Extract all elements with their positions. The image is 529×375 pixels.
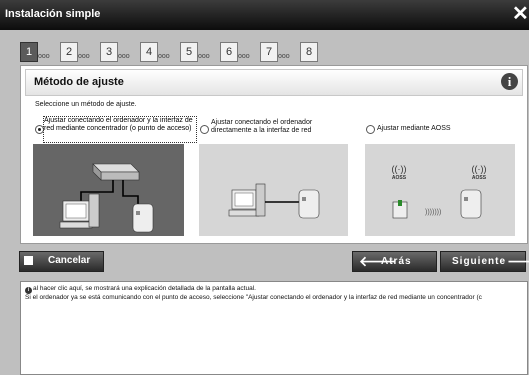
radio-aoss[interactable] (366, 125, 375, 134)
step-number: 2 (60, 42, 78, 62)
svg-text:((·)): ((·)) (392, 164, 407, 174)
help-box: i al hacer clic aquí, se mostrará una exp… (20, 281, 528, 375)
instruction-text: Seleccione un método de ajuste. (35, 101, 137, 108)
step-number: 8 (300, 42, 318, 62)
step-3: 3 ooo (100, 42, 135, 64)
window-title: Instalación simple (5, 8, 101, 20)
cancel-button[interactable]: Cancelar (19, 251, 104, 272)
step-1: 1 ooo (20, 42, 55, 64)
step-6: 6 ooo (220, 42, 255, 64)
next-label: Siguiente (452, 256, 507, 267)
step-number: 4 (140, 42, 158, 62)
step-dots: ooo (158, 53, 170, 60)
cancel-checkbox-icon (24, 256, 33, 265)
settings-panel: Método de ajuste i Seleccione un método … (20, 65, 528, 244)
help-line-2: Si el ordenador ya se está comunicando c… (25, 294, 482, 301)
help-line-1: i al hacer clic aquí, se mostrará una exp… (25, 285, 256, 294)
step-5: 5 ooo (180, 42, 215, 64)
aoss-illustration[interactable]: ((·)) AOSS ((·)) AOSS ))))))) (365, 144, 515, 236)
cancel-label: Cancelar (48, 255, 91, 266)
hub-connection-illustration[interactable] (33, 144, 184, 236)
step-8: 8 (300, 42, 335, 64)
aoss-badge-right: AOSS (472, 175, 487, 181)
step-dots: ooo (238, 53, 250, 60)
aoss-badge-left: AOSS (392, 175, 407, 181)
direct-connection-illustration[interactable] (199, 144, 348, 236)
step-number: 6 (220, 42, 238, 62)
step-dots: ooo (278, 53, 290, 60)
option-direct-label[interactable]: Ajustar conectando el ordenador directam… (211, 119, 341, 135)
step-dots: ooo (78, 53, 90, 60)
step-dots: ooo (38, 53, 50, 60)
svg-text:((·)): ((·)) (472, 164, 487, 174)
back-button[interactable]: 🡐 Atrás (352, 251, 437, 272)
arrow-right-icon: 🡒 (507, 253, 529, 269)
step-4: 4 ooo (140, 42, 175, 64)
radio-direct[interactable] (200, 125, 209, 134)
step-number: 5 (180, 42, 198, 62)
svg-text:))))))): ))))))) (425, 209, 441, 216)
help-line-1-text: al hacer clic aquí, se mostrará una expl… (33, 285, 256, 292)
step-dots: ooo (118, 53, 130, 60)
next-button[interactable]: Siguiente 🡒 (440, 251, 529, 272)
step-2: 2 ooo (60, 42, 95, 64)
panel-title: Método de ajuste (34, 76, 124, 88)
step-number: 1 (20, 42, 38, 62)
info-icon[interactable]: i (501, 73, 518, 90)
option-aoss-label[interactable]: Ajustar mediante AOSS (377, 125, 451, 133)
panel-header: Método de ajuste i (25, 69, 523, 96)
back-label: Atrás (381, 256, 412, 267)
info-small-icon[interactable]: i (25, 287, 32, 294)
option-hub-label[interactable]: Ajustar conectando el ordenador y la int… (43, 116, 197, 143)
step-number: 3 (100, 42, 118, 62)
step-7: 7 ooo (260, 42, 295, 64)
step-number: 7 (260, 42, 278, 62)
close-icon[interactable]: ✕ (512, 4, 529, 24)
title-bar: Instalación simple ✕ (0, 0, 529, 30)
step-dots: ooo (198, 53, 210, 60)
